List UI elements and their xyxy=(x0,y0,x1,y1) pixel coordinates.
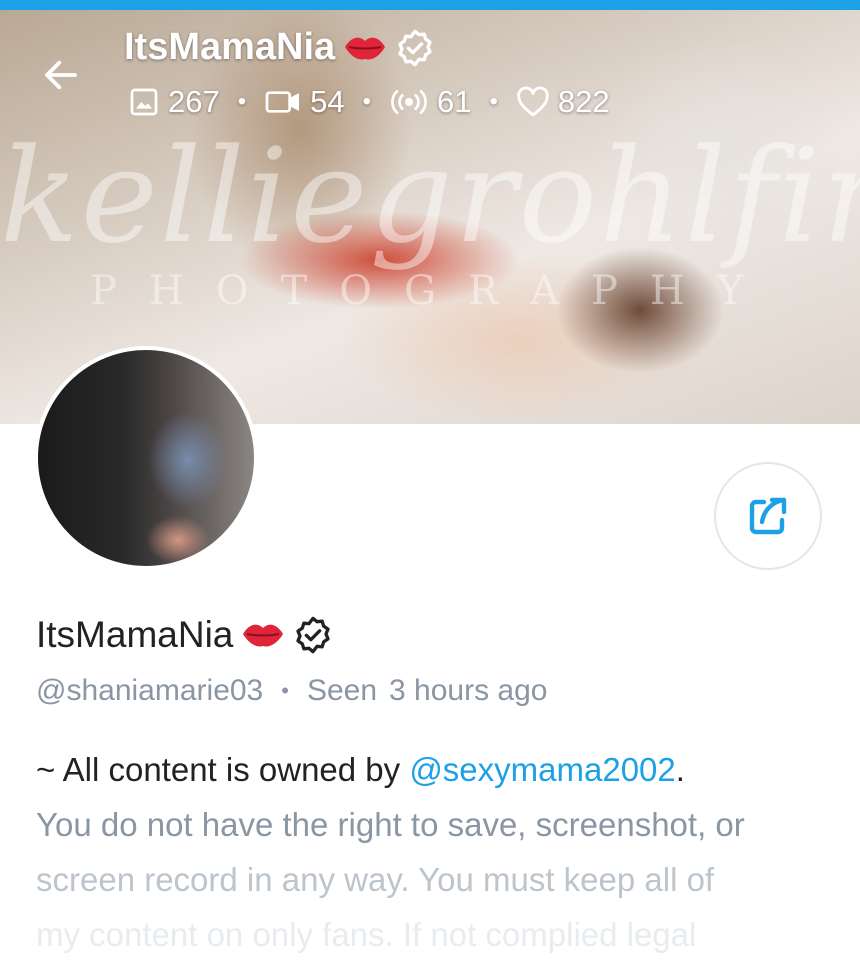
heart-icon xyxy=(517,86,549,117)
seen-label: Seen xyxy=(306,674,378,707)
stat-photos: 267 xyxy=(128,84,220,120)
profile-meta: @shaniamarie03 • Seen 3 hours ago xyxy=(36,674,547,708)
seen-time: 3 hours ago xyxy=(389,674,548,707)
verified-badge-icon xyxy=(296,616,331,654)
header-title: ItsMamaNia xyxy=(124,26,435,69)
stat-likes: 822 xyxy=(516,84,610,120)
kiss-lips-icon xyxy=(345,37,386,59)
profile-name-text: ItsMamaNia xyxy=(36,614,234,655)
bio-line-1-prefix: ~ All content is owned by xyxy=(36,751,410,788)
share-button[interactable] xyxy=(714,462,822,570)
bio-line-1-suffix: . xyxy=(675,751,685,788)
stat-streams: 61 xyxy=(389,84,472,120)
stat-videos: 54 xyxy=(264,84,345,120)
profile-title: ItsMamaNia xyxy=(36,614,333,656)
back-button[interactable] xyxy=(38,52,84,98)
bio-line-2: You do not have the right to save, scree… xyxy=(36,806,745,843)
top-accent-bar xyxy=(0,0,860,10)
header-stats: 267 • 54 • 61 • 822 xyxy=(128,84,610,120)
bio-line-1: ~ All content is owned by @sexymama2002. xyxy=(36,742,836,797)
verified-badge-icon xyxy=(398,29,432,66)
stat-videos-count: 54 xyxy=(310,84,345,119)
arrow-left-icon xyxy=(45,60,77,90)
video-icon xyxy=(265,91,300,113)
stat-separator: • xyxy=(362,88,372,115)
stat-separator: • xyxy=(237,88,247,115)
stat-streams-count: 61 xyxy=(437,84,472,119)
bio-line-3: screen record in any way. You must keep … xyxy=(36,861,715,898)
meta-separator: • xyxy=(281,678,289,703)
broadcast-icon xyxy=(391,90,427,114)
share-icon xyxy=(749,497,787,535)
cover-watermark-sub: PHOTOGRAPHY xyxy=(90,268,776,314)
kiss-lips-icon xyxy=(243,624,284,647)
image-icon xyxy=(130,88,158,116)
profile-handle: @shaniamarie03 xyxy=(36,674,264,707)
stat-photos-count: 267 xyxy=(168,84,220,119)
stat-separator: • xyxy=(489,88,498,115)
cover-watermark-script: kelliegrohlfing xyxy=(0,120,860,272)
header-name-text: ItsMamaNia xyxy=(124,26,336,68)
avatar[interactable] xyxy=(34,346,258,570)
profile-bio: ~ All content is owned by @sexymama2002.… xyxy=(36,742,836,962)
bio-line-4: my content on only fans. If not complied… xyxy=(36,916,697,953)
stat-likes-count: 822 xyxy=(557,84,610,119)
bio-mention-link[interactable]: @sexymama2002 xyxy=(409,751,675,788)
